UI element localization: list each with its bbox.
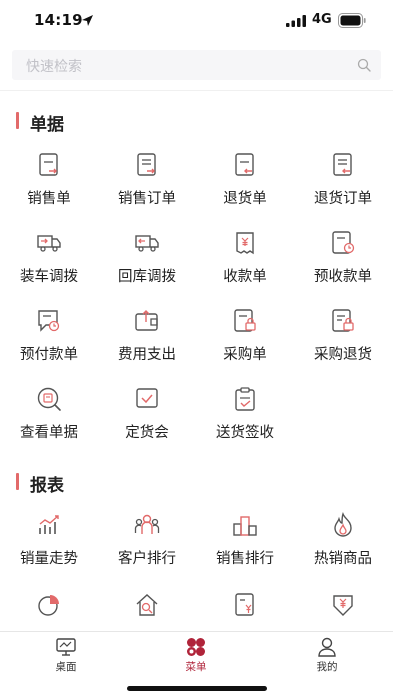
menu-item-label: 采购单 (223, 347, 267, 363)
prepaid-receipt-icon (332, 231, 355, 254)
delivery-sign-icon (235, 387, 255, 411)
menu-item-label: 销售排行 (216, 551, 274, 567)
truck-load-icon (37, 235, 61, 252)
menu-item-return-booking[interactable]: 退货订单 (294, 152, 392, 222)
menu-item-label: 退货订单 (314, 191, 372, 207)
house-search-icon (136, 594, 158, 616)
tab-menu[interactable]: 菜单 (156, 636, 236, 674)
tab-label: 桌面 (55, 661, 77, 673)
purchase-order-icon (234, 309, 256, 332)
search-icon[interactable] (357, 58, 371, 72)
search-bar[interactable]: 快速检索 (12, 50, 381, 80)
menu-item-customer-rank[interactable]: 客户排行 (98, 512, 196, 582)
tab-label: 我的 (316, 661, 338, 673)
menu-item-label: 送货签收 (216, 425, 274, 441)
menu-item-purchase-order[interactable]: 采购单 (196, 308, 294, 378)
menu-apps-icon (187, 638, 205, 656)
return-order-icon (235, 153, 254, 176)
tab-label: 菜单 (185, 661, 207, 673)
menu-item-expense[interactable]: 费用支出 (98, 308, 196, 378)
trend-chart-icon (39, 515, 59, 534)
tab-desktop[interactable]: 桌面 (26, 636, 106, 674)
menu-item-label: 费用支出 (118, 347, 176, 363)
menu-item-sales-trend[interactable]: 销量走势 (0, 512, 98, 582)
truck-return-icon (135, 235, 159, 252)
menu-item-label: 销量走势 (20, 551, 78, 567)
receipt-yuan-icon (236, 232, 254, 255)
sales-booking-icon (137, 153, 156, 176)
section-accent-bar (16, 473, 19, 490)
menu-item-label: 销售单 (27, 191, 71, 207)
return-booking-icon (333, 153, 352, 176)
status-time: 14:19 (34, 11, 83, 29)
menu-item-purchase-return[interactable]: 采购退货 (294, 308, 392, 378)
menu-item-label: 销售订单 (118, 191, 176, 207)
section-accent-bar (16, 112, 19, 129)
view-docs-icon (37, 387, 61, 411)
menu-item-view-docs[interactable]: 查看单据 (0, 386, 98, 456)
menu-item-label: 客户排行 (118, 551, 176, 567)
section-title: 报表 (30, 476, 64, 496)
location-arrow-icon (82, 15, 93, 26)
menu-item-truck-load[interactable]: 装车调拨 (0, 230, 98, 300)
menu-item-label: 预付款单 (20, 347, 78, 363)
menu-item-label: 收款单 (223, 269, 267, 285)
menu-item-truck-return[interactable]: 回库调拨 (98, 230, 196, 300)
menu-item-label: 预收款单 (314, 269, 372, 285)
user-icon (318, 637, 336, 657)
menu-item-label: 采购退货 (314, 347, 372, 363)
divider (0, 90, 393, 91)
status-bar: 14:19 4G (0, 0, 393, 42)
sales-order-icon (39, 153, 58, 176)
prepayment-icon (38, 310, 60, 332)
purchase-return-icon (332, 309, 354, 332)
flame-icon (334, 512, 352, 537)
menu-item-sales-booking[interactable]: 销售订单 (98, 152, 196, 222)
receipt-list-icon (235, 593, 254, 616)
menu-item-label: 定货会 (125, 425, 169, 441)
menu-item-prepaid-receipt[interactable]: 预收款单 (294, 230, 392, 300)
menu-item-order-fair[interactable]: 定货会 (98, 386, 196, 456)
home-indicator (127, 686, 267, 691)
menu-item-return-order[interactable]: 退货单 (196, 152, 294, 222)
network-label: 4G (312, 12, 332, 27)
menu-item-sales-order[interactable]: 销售单 (0, 152, 98, 222)
menu-item-hot-products[interactable]: 热销商品 (294, 512, 392, 582)
order-fair-icon (136, 388, 158, 408)
sales-rank-icon (233, 516, 257, 536)
menu-item-label: 退货单 (223, 191, 267, 207)
monitor-icon (56, 638, 76, 656)
menu-item-prepayment[interactable]: 预付款单 (0, 308, 98, 378)
menu-item-receipt[interactable]: 收款单 (196, 230, 294, 300)
section-title: 单据 (30, 115, 64, 135)
yuan-down-icon (333, 595, 353, 616)
menu-item-label: 热销商品 (314, 551, 372, 567)
wallet-expense-icon (135, 310, 158, 331)
search-placeholder: 快速检索 (26, 59, 82, 75)
tab-mine[interactable]: 我的 (287, 636, 367, 674)
menu-item-delivery-sign[interactable]: 送货签收 (196, 386, 294, 456)
menu-item-label: 装车调拨 (20, 269, 78, 285)
pie-chart-icon (38, 595, 59, 616)
menu-item-label: 回库调拨 (118, 269, 176, 285)
battery-icon (338, 13, 366, 28)
menu-item-label: 查看单据 (20, 425, 78, 441)
menu-item-sales-rank[interactable]: 销售排行 (196, 512, 294, 582)
customer-rank-icon (134, 514, 160, 534)
signal-icon (286, 15, 306, 27)
